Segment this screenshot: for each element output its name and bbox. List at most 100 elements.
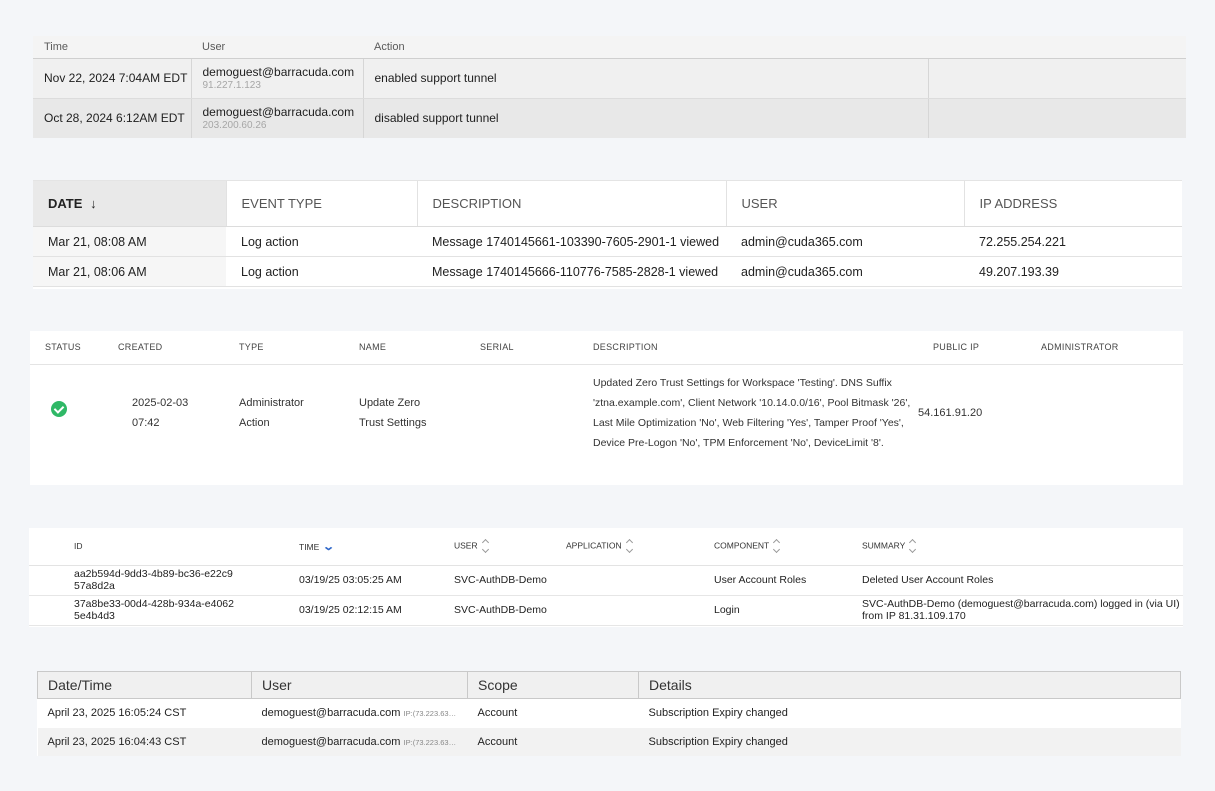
cell-id: 37a8be33-00d4-428b-934a-e40625e4b4d3: [29, 595, 254, 626]
column-header-user[interactable]: User: [191, 36, 363, 59]
table-header-row: DATE ↓ EVENT TYPE DESCRIPTION USER IP AD…: [33, 180, 1182, 227]
cell-user: demoguest@barracuda.com IP:(73.223.63…: [251, 727, 468, 756]
cell-ip-address: 49.207.193.39: [964, 256, 1182, 287]
sort-descending-chevron-icon[interactable]: ⌄: [322, 540, 335, 553]
column-header-type[interactable]: TYPE: [224, 331, 344, 365]
table-row[interactable]: Oct 28, 2024 6:12AM EDT demoguest@barrac…: [33, 98, 1186, 138]
audit-log-panel-4: ID TIME ⌄ USER APPLICATION COMPONENT SUMM…: [29, 528, 1183, 627]
cell-summary: SVC-AuthDB-Demo (demoguest@barracuda.com…: [847, 595, 1183, 626]
table-header-row: ID TIME ⌄ USER APPLICATION COMPONENT SUMM…: [29, 528, 1183, 566]
column-header-public-ip[interactable]: PUBLIC IP: [918, 331, 1026, 365]
cell-date: Mar 21, 08:08 AM: [33, 226, 226, 257]
cell-description: Updated Zero Trust Settings for Workspac…: [593, 376, 911, 449]
cell-scope: Account: [477, 707, 518, 720]
column-header-datetime[interactable]: Date/Time: [37, 671, 252, 699]
column-header-summary[interactable]: SUMMARY: [847, 528, 1183, 566]
sort-toggle-icon[interactable]: [909, 537, 917, 555]
audit-log-table-3: STATUS CREATED TYPE NAME SERIAL DESCRIPT…: [30, 331, 1183, 461]
cell-id: aa2b594d-9dd3-4b89-bc36-e22c957a8d2a: [29, 565, 254, 596]
column-header-component[interactable]: COMPONENT: [699, 528, 847, 566]
cell-user: SVC-AuthDB-Demo: [439, 595, 551, 626]
cell-user: demoguest@barracuda.com 91.227.1.123: [191, 58, 364, 99]
column-header-date[interactable]: DATE ↓: [33, 180, 226, 227]
sort-toggle-icon[interactable]: [482, 537, 490, 555]
audit-log-table-5: Date/Time User Scope Details April 23, 2…: [37, 671, 1181, 756]
cell-time: 03/19/25 02:12:15 AM: [254, 595, 439, 626]
column-header-event-type[interactable]: EVENT TYPE: [225, 180, 417, 227]
success-check-icon: [51, 401, 67, 417]
table-row[interactable]: April 23, 2025 16:04:43 CST demoguest@ba…: [37, 727, 1181, 756]
cell-summary: Deleted User Account Roles: [847, 565, 1183, 596]
audit-log-table-2: DATE ↓ EVENT TYPE DESCRIPTION USER IP AD…: [33, 180, 1182, 287]
audit-log-table-4: ID TIME ⌄ USER APPLICATION COMPONENT SUMM…: [29, 528, 1183, 626]
column-header-ip-address[interactable]: IP ADDRESS: [963, 180, 1182, 227]
cell-type: Administrator Action: [224, 364, 344, 461]
audit-log-panel-1: Time User Action Nov 22, 2024 7:04AM EDT…: [33, 36, 1186, 138]
sort-toggle-icon[interactable]: [773, 537, 781, 555]
cell-application: [551, 595, 699, 626]
type-line-1: Administrator: [239, 396, 304, 409]
audit-log-table-1: Time User Action Nov 22, 2024 7:04AM EDT…: [33, 36, 1186, 138]
cell-user: admin@cuda365.com: [726, 256, 964, 287]
sort-toggle-icon[interactable]: [626, 537, 634, 555]
row-id: 37a8be33-00d4-428b-934a-e40625e4b4d3: [74, 598, 234, 622]
column-header-time[interactable]: TIME ⌄: [254, 528, 439, 566]
table-row[interactable]: aa2b594d-9dd3-4b89-bc36-e22c957a8d2a 03/…: [29, 565, 1183, 596]
cell-user: admin@cuda365.com: [726, 226, 964, 257]
column-header-time-label: TIME: [299, 541, 320, 552]
table-row[interactable]: 37a8be33-00d4-428b-934a-e40625e4b4d3 03/…: [29, 595, 1183, 626]
column-header-user[interactable]: USER: [725, 180, 964, 227]
cell-action: disabled support tunnel: [363, 98, 929, 138]
cell-ip-address: 72.255.254.221: [964, 226, 1182, 257]
cell-details: Subscription Expiry changed: [648, 707, 788, 720]
name-line-2: Trust Settings: [359, 416, 427, 429]
column-header-action[interactable]: Action: [363, 36, 928, 59]
user-email: demoguest@barracuda.com: [202, 65, 355, 79]
column-header-scope[interactable]: Scope: [467, 671, 639, 699]
cell-time: 03/19/25 03:05:25 AM: [254, 565, 439, 596]
cell-time: Nov 22, 2024 7:04AM EDT: [33, 58, 192, 99]
user-ip: IP:(73.223.63…: [403, 738, 457, 747]
table-row[interactable]: 2025-02-03 07:42 Administrator Action Up…: [30, 364, 1183, 461]
column-header-application-label: APPLICATION: [566, 540, 622, 551]
column-header-user[interactable]: User: [251, 671, 468, 699]
column-header-description[interactable]: DESCRIPTION: [416, 180, 726, 227]
cell-datetime: April 23, 2025 16:04:43 CST: [37, 727, 252, 756]
cell-details: Subscription Expiry changed: [638, 727, 1181, 756]
cell-event-type: Log action: [226, 256, 417, 287]
column-header-time[interactable]: Time: [33, 36, 191, 59]
cell-component: User Account Roles: [699, 565, 847, 596]
column-header-id-label: ID: [74, 541, 83, 552]
table-row[interactable]: April 23, 2025 16:05:24 CST demoguest@ba…: [38, 699, 1181, 728]
user-email: demoguest@barracuda.com: [261, 736, 401, 748]
table-row[interactable]: Mar 21, 08:08 AM Log action Message 1740…: [33, 226, 1182, 257]
column-header-application[interactable]: APPLICATION: [551, 528, 699, 566]
table-header-row: Time User Action: [33, 36, 1186, 59]
column-header-date-label: DATE: [48, 196, 83, 211]
user-ip: 91.227.1.123: [202, 80, 261, 91]
cell-name: Update Zero Trust Settings: [344, 364, 465, 461]
table-row[interactable]: Nov 22, 2024 7:04AM EDT demoguest@barrac…: [33, 58, 1186, 99]
column-header-administrator[interactable]: ADMINISTRATOR: [1026, 331, 1183, 365]
table-row[interactable]: Mar 21, 08:06 AM Log action Message 1740…: [33, 256, 1182, 287]
column-header-serial[interactable]: SERIAL: [465, 331, 578, 365]
cell-time: Oct 28, 2024 6:12AM EDT: [33, 98, 192, 138]
column-header-created[interactable]: CREATED: [103, 331, 224, 365]
column-header-name[interactable]: NAME: [344, 331, 465, 365]
cell-component: Login: [699, 595, 847, 626]
column-header-user[interactable]: USER: [439, 528, 551, 566]
cell-administrator: [1026, 364, 1183, 461]
cell-user: demoguest@barracuda.com 203.200.60.26: [191, 98, 364, 138]
type-line-2: Action: [239, 416, 270, 429]
column-header-description[interactable]: DESCRIPTION: [578, 331, 918, 365]
user-ip: IP:(73.223.63…: [403, 709, 457, 719]
cell-status: [30, 364, 103, 461]
cell-empty: [928, 58, 1186, 99]
cell-datetime: April 23, 2025 16:05:24 CST: [47, 707, 187, 720]
cell-application: [551, 565, 699, 596]
cell-scope: Account: [467, 727, 639, 756]
column-header-details[interactable]: Details: [638, 671, 1181, 699]
column-header-id[interactable]: ID: [29, 528, 254, 566]
cell-empty: [928, 98, 1186, 138]
column-header-status[interactable]: STATUS: [30, 331, 103, 365]
